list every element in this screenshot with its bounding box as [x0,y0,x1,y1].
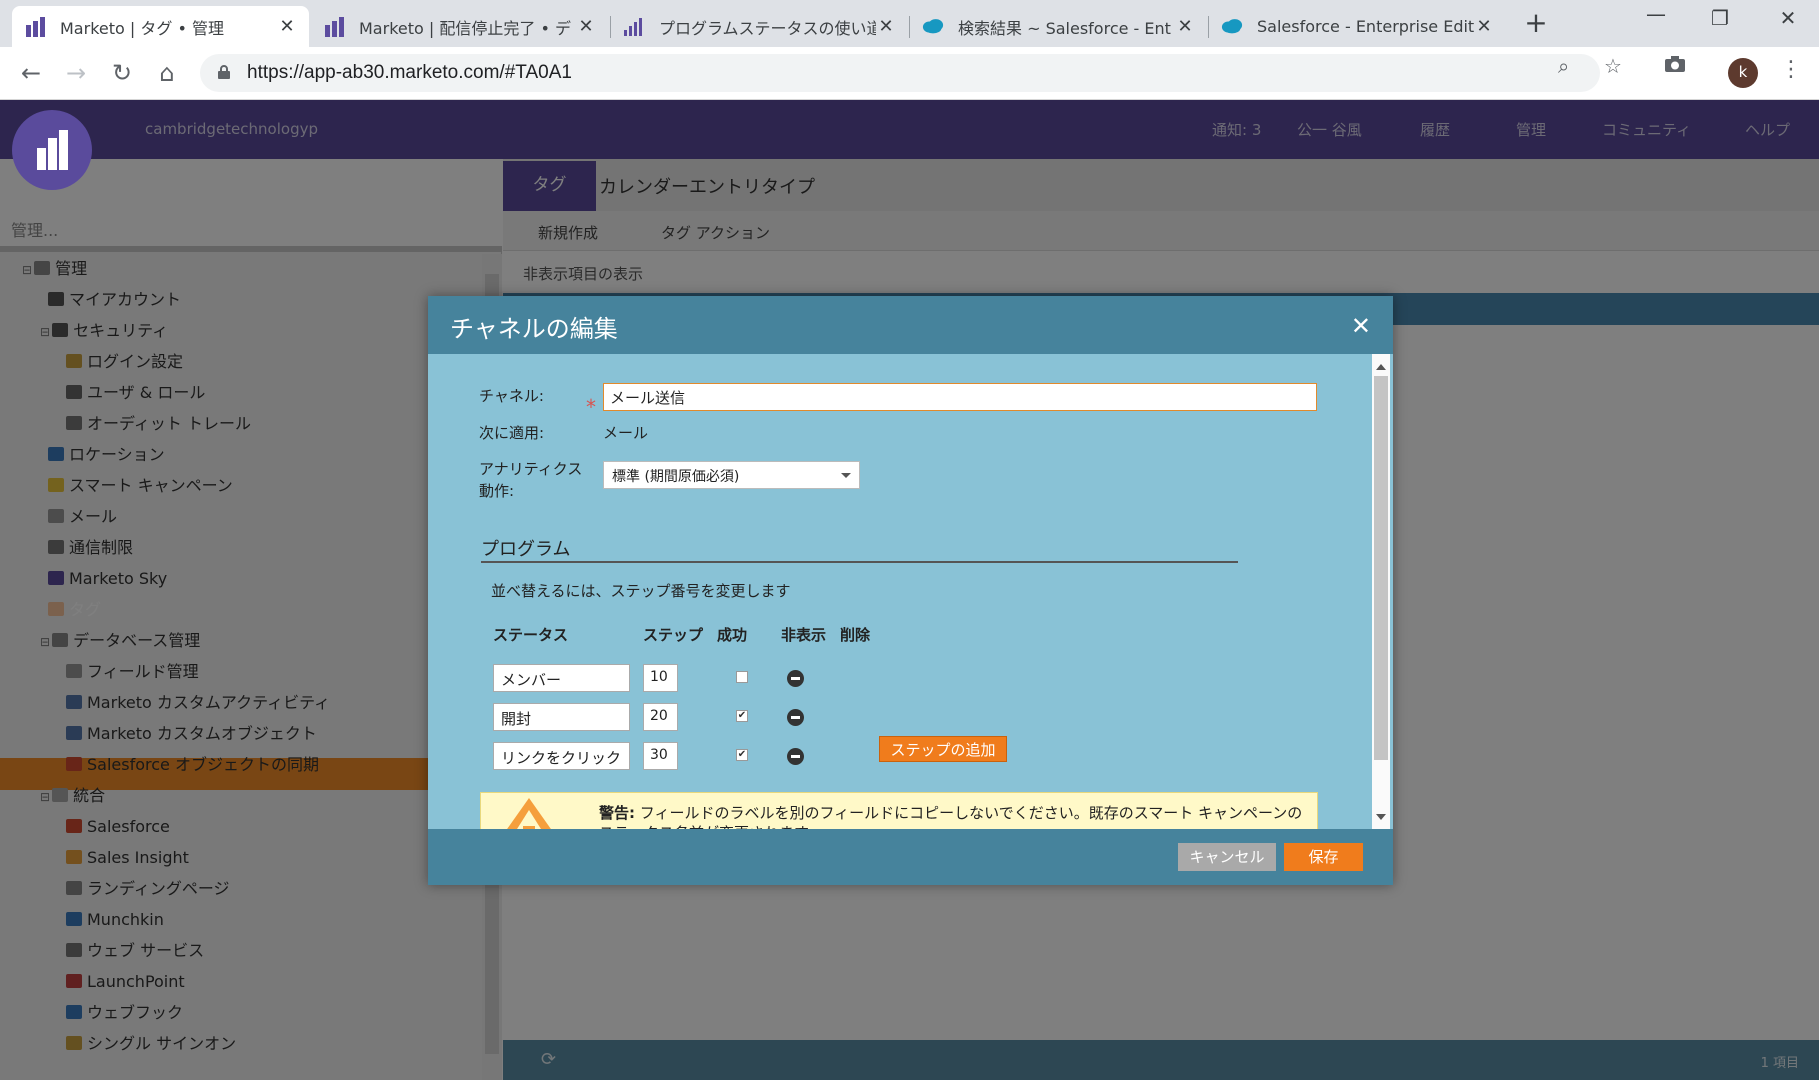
edit-channel-dialog: チャネルの編集 ✕ チャネル: * メール送信 次に適用: メール アナリティク… [428,296,1393,885]
status-name-input[interactable]: 開封 [493,703,630,731]
back-button[interactable]: ← [16,59,46,89]
status-name-input[interactable]: リンクをクリック [493,742,630,770]
salesforce-cloud-icon [1221,17,1243,37]
browser-tab-4[interactable]: 検索結果 ~ Salesforce - Ent ✕ [910,6,1207,47]
tab-title: Marketo | 配信停止完了 • デ [359,18,571,38]
channel-label: チャネル: [479,387,544,405]
save-button[interactable]: 保存 [1284,843,1363,871]
lock-icon [218,65,230,79]
bookmark-star-icon[interactable]: ☆ [1604,54,1622,78]
column-step: ステップ [643,626,704,644]
marketo-logo-icon [24,16,46,37]
tab-title: 検索結果 ~ Salesforce - Ent [958,18,1171,38]
column-hidden: 非表示 [781,626,827,644]
analytics-behavior-select[interactable]: 標準 (期間原価必須) [603,461,860,489]
dialog-scrollbar[interactable] [1372,354,1390,829]
status-name-input[interactable]: メンバー [493,664,630,692]
scroll-up-icon[interactable] [1376,364,1386,370]
close-tab-icon[interactable]: ✕ [1474,16,1494,37]
reload-button[interactable]: ↻ [107,59,137,89]
success-checkbox[interactable]: ✔ [736,749,748,761]
browser-tab-strip: Marketo | タグ • 管理 ✕ Marketo | 配信停止完了 • デ… [0,0,1819,47]
program-section-title: プログラム [481,539,571,560]
warning-label: 警告: [599,804,635,822]
delete-row-icon[interactable] [787,709,804,726]
profile-avatar[interactable]: k [1728,58,1758,88]
delete-row-icon[interactable] [787,748,804,765]
marketo-logo-icon[interactable] [12,110,92,190]
browser-tab-3[interactable]: プログラムステータスの使い道に ✕ [611,6,908,47]
minimize-button[interactable]: — [1636,2,1676,26]
success-checkbox[interactable] [736,671,748,683]
dialog-title: チャネルの編集 [450,315,618,343]
column-success: 成功 [717,626,748,644]
zoom-icon[interactable]: ⌕ [1558,54,1569,78]
window-close-button[interactable]: ✕ [1768,6,1808,30]
applies-to-label: 次に適用: [479,424,545,442]
browser-tab-5[interactable]: Salesforce - Enterprise Editi ✕ [1209,6,1506,47]
scroll-down-icon[interactable] [1376,814,1386,820]
dialog-header: チャネルの編集 ✕ [428,296,1393,354]
success-checkbox[interactable]: ✔ [736,710,748,722]
bar-chart-icon [623,17,645,37]
reorder-hint: 並べ替えるには、ステップ番号を変更します [491,582,791,600]
delete-row-icon[interactable] [787,670,804,687]
step-number-input[interactable]: 30 [643,742,678,770]
column-status: ステータス [493,626,569,644]
close-icon[interactable]: ✕ [1351,312,1371,340]
tab-title: プログラムステータスの使い道に [659,18,876,38]
warning-box: 警告: フィールドのラベルを別のフィールドにコピーしないでください。既存のスマー… [480,792,1318,829]
close-tab-icon[interactable]: ✕ [1175,16,1195,37]
section-divider [481,561,1238,563]
analytics-label: アナリティクス [479,460,583,478]
analytics-selected: 標準 (期間原価必須) [612,469,740,485]
channel-name-input[interactable]: メール送信 [603,383,1317,411]
applies-to-value: メール [603,424,649,442]
new-tab-button[interactable]: + [1522,9,1550,38]
browser-tab-2[interactable]: Marketo | 配信停止完了 • デ ✕ [311,6,608,47]
close-tab-icon[interactable]: ✕ [576,16,596,37]
camera-icon[interactable] [1664,54,1686,78]
warning-text: 警告: フィールドのラベルを別のフィールドにコピーしないでください。既存のスマー… [599,803,1309,829]
step-number-input[interactable]: 10 [643,664,678,692]
cancel-button[interactable]: キャンセル [1178,843,1276,871]
add-step-button[interactable]: ステップの追加 [879,736,1007,762]
tab-title: Marketo | タグ • 管理 [60,18,224,38]
required-mark: * [586,395,596,419]
warning-icon [507,798,551,829]
close-tab-icon[interactable]: ✕ [876,16,896,37]
column-delete: 削除 [840,626,871,644]
forward-button[interactable]: → [61,59,91,89]
marketo-logo-icon [323,16,345,37]
dialog-body: チャネル: * メール送信 次に適用: メール アナリティクス 動作: 標準 (… [428,354,1393,829]
home-button[interactable]: ⌂ [152,59,182,89]
analytics-label-2: 動作: [479,482,515,500]
browser-tab-1[interactable]: Marketo | タグ • 管理 ✕ [12,6,309,47]
scroll-thumb[interactable] [1374,376,1388,760]
salesforce-cloud-icon [922,17,944,37]
address-bar[interactable]: https://app-ab30.marketo.com/#TA0A1 [200,54,1600,92]
step-number-input[interactable]: 20 [643,703,678,731]
warning-message: フィールドのラベルを別のフィールドにコピーしないでください。既存のスマート キャ… [599,804,1303,829]
chrome-menu-icon[interactable]: ⋮ [1780,57,1802,82]
close-tab-icon[interactable]: ✕ [277,16,297,37]
tab-title: Salesforce - Enterprise Editi [1257,17,1474,36]
url-text: https://app-ab30.marketo.com/#TA0A1 [247,62,572,83]
browser-toolbar: ← → ↻ ⌂ https://app-ab30.marketo.com/#TA… [0,47,1819,100]
restore-button[interactable]: ❐ [1700,6,1740,30]
chevron-down-icon [841,473,851,478]
dialog-footer: キャンセル 保存 [428,829,1393,885]
